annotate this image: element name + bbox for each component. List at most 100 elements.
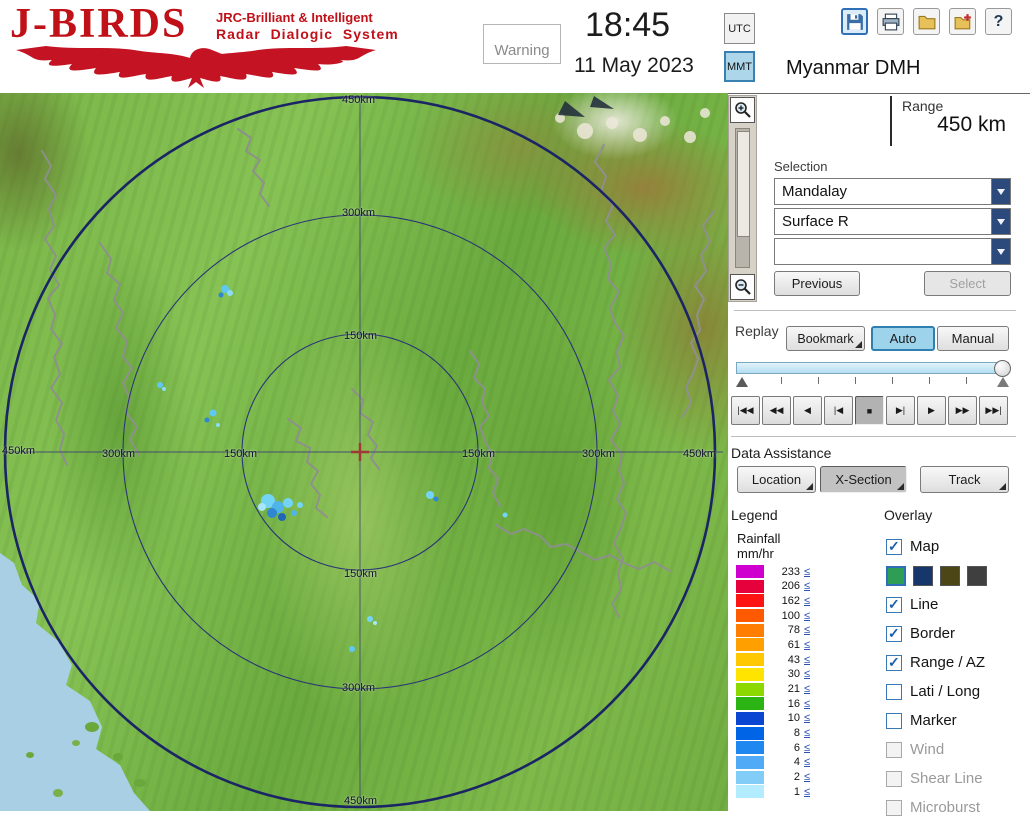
select-button[interactable]: Select	[924, 271, 1011, 296]
app-logo: J-BIRDS	[10, 0, 187, 48]
site-dropdown[interactable]: Mandalay	[774, 178, 1011, 205]
legend-color-swatch	[736, 741, 764, 754]
legend-unit-rainfall: Rainfall	[737, 531, 780, 546]
step-forward-button[interactable]: ▶|	[886, 396, 915, 425]
save-button[interactable]	[841, 8, 868, 35]
help-button[interactable]: ?	[985, 8, 1012, 35]
legend-lte-link[interactable]: ≤	[804, 698, 810, 710]
legend-lte-link[interactable]: ≤	[804, 771, 810, 783]
x-section-button[interactable]: X-Section	[820, 466, 907, 493]
rewind-button[interactable]: ◀◀	[762, 396, 791, 425]
legend-value: 78	[764, 624, 802, 636]
legend-row: 6≤	[736, 741, 810, 754]
legend-lte-link[interactable]: ≤	[804, 756, 810, 768]
lati-long-checkbox[interactable]	[886, 684, 902, 700]
legend-lte-link[interactable]: ≤	[804, 654, 810, 666]
legend-value: 8	[764, 727, 802, 739]
warning-indicator[interactable]: Warning	[483, 24, 561, 64]
location-button[interactable]: Location	[737, 466, 816, 493]
range-label: 450km	[342, 94, 375, 106]
track-button[interactable]: Track	[920, 466, 1009, 493]
legend-color-swatch	[736, 683, 764, 696]
legend-row: 10≤	[736, 712, 810, 725]
legend-lte-link[interactable]: ≤	[804, 727, 810, 739]
border-checkbox[interactable]	[886, 626, 902, 642]
legend-lte-link[interactable]: ≤	[804, 624, 810, 636]
timeline-tick	[818, 377, 819, 384]
shear-line-checkbox[interactable]	[886, 771, 902, 787]
product-dropdown[interactable]: Surface R	[774, 208, 1011, 235]
legend-lte-link[interactable]: ≤	[804, 595, 810, 607]
wind-checkbox[interactable]	[886, 742, 902, 758]
utc-button[interactable]: UTC	[724, 13, 755, 44]
map-color-navy[interactable]	[913, 566, 933, 586]
legend-lte-link[interactable]: ≤	[804, 742, 810, 754]
map-color-green[interactable]	[886, 566, 906, 586]
timeline-position-marker[interactable]	[997, 377, 1009, 387]
zoom-slider-track[interactable]	[735, 128, 750, 268]
legend-lte-link[interactable]: ≤	[804, 639, 810, 651]
header: J-BIRDS JRC-Brilliant & Intelligent Rada…	[0, 0, 1030, 94]
rain-echoes	[157, 285, 508, 652]
map-color-olive[interactable]	[940, 566, 960, 586]
stop-button[interactable]: ■	[855, 396, 884, 425]
clock-date: 11 May 2023	[574, 54, 694, 78]
play-button[interactable]: ▶	[917, 396, 946, 425]
bookmark-button[interactable]: Bookmark	[786, 326, 865, 351]
legend-color-swatch	[736, 609, 764, 622]
map-checkbox[interactable]	[886, 539, 902, 555]
line-checkbox[interactable]	[886, 597, 902, 613]
replay-label: Replay	[735, 323, 779, 339]
range-label: 450km	[2, 445, 35, 457]
legend-lte-link[interactable]: ≤	[804, 712, 810, 724]
overlay-label: Border	[910, 625, 955, 642]
legend-row: 30≤	[736, 668, 810, 681]
skip-start-button[interactable]: |◀◀	[731, 396, 760, 425]
legend-lte-link[interactable]: ≤	[804, 683, 810, 695]
range-label: 150km	[344, 568, 377, 580]
overlay-row-microburst: Microburst	[886, 793, 1030, 822]
range-label: 150km	[344, 330, 377, 342]
save-icon	[846, 13, 864, 31]
legend-value: 43	[764, 654, 802, 666]
legend-lte-link[interactable]: ≤	[804, 668, 810, 680]
legend-row: 43≤	[736, 653, 810, 666]
timeline-start-marker[interactable]	[736, 377, 748, 387]
timeline-track[interactable]	[736, 362, 1009, 374]
radar-map[interactable]: 450km 300km 150km 150km 300km 450km 450k…	[0, 93, 728, 811]
mmt-button[interactable]: MMT	[724, 51, 755, 82]
logo-subtitle-1: JRC-Brilliant & Intelligent	[216, 10, 373, 25]
legend-lte-link[interactable]: ≤	[804, 580, 810, 592]
import-button[interactable]	[949, 8, 976, 35]
overlay-row-wind: Wind	[886, 735, 1030, 764]
legend-value: 61	[764, 639, 802, 651]
map-color-gray[interactable]	[967, 566, 987, 586]
zoom-in-button[interactable]	[730, 97, 755, 123]
previous-button[interactable]: Previous	[774, 271, 860, 296]
step-back-button[interactable]: |◀	[824, 396, 853, 425]
zoom-out-button[interactable]	[730, 274, 755, 300]
manual-button[interactable]: Manual	[937, 326, 1009, 351]
option-dropdown[interactable]	[774, 238, 1011, 265]
selection-label: Selection	[774, 159, 827, 174]
print-button[interactable]	[877, 8, 904, 35]
marker-checkbox[interactable]	[886, 713, 902, 729]
open-file-button[interactable]	[913, 8, 940, 35]
legend-row: 16≤	[736, 697, 810, 710]
zoom-control	[728, 95, 757, 302]
auto-button[interactable]: Auto	[871, 326, 935, 351]
zoom-slider-thumb[interactable]	[737, 131, 750, 237]
legend-lte-link[interactable]: ≤	[804, 566, 810, 578]
chevron-down-icon[interactable]	[991, 209, 1010, 234]
fast-forward-button[interactable]: ▶▶	[948, 396, 977, 425]
timeline-handle[interactable]	[994, 360, 1011, 377]
chevron-down-icon[interactable]	[991, 179, 1010, 204]
range-az-checkbox[interactable]	[886, 655, 902, 671]
legend-lte-link[interactable]: ≤	[804, 610, 810, 622]
legend-lte-link[interactable]: ≤	[804, 786, 810, 798]
microburst-checkbox[interactable]	[886, 800, 902, 816]
skip-end-button[interactable]: ▶▶|	[979, 396, 1008, 425]
legend-row: 1≤	[736, 785, 810, 798]
chevron-down-icon[interactable]	[991, 239, 1010, 264]
play-reverse-button[interactable]: ◀	[793, 396, 822, 425]
